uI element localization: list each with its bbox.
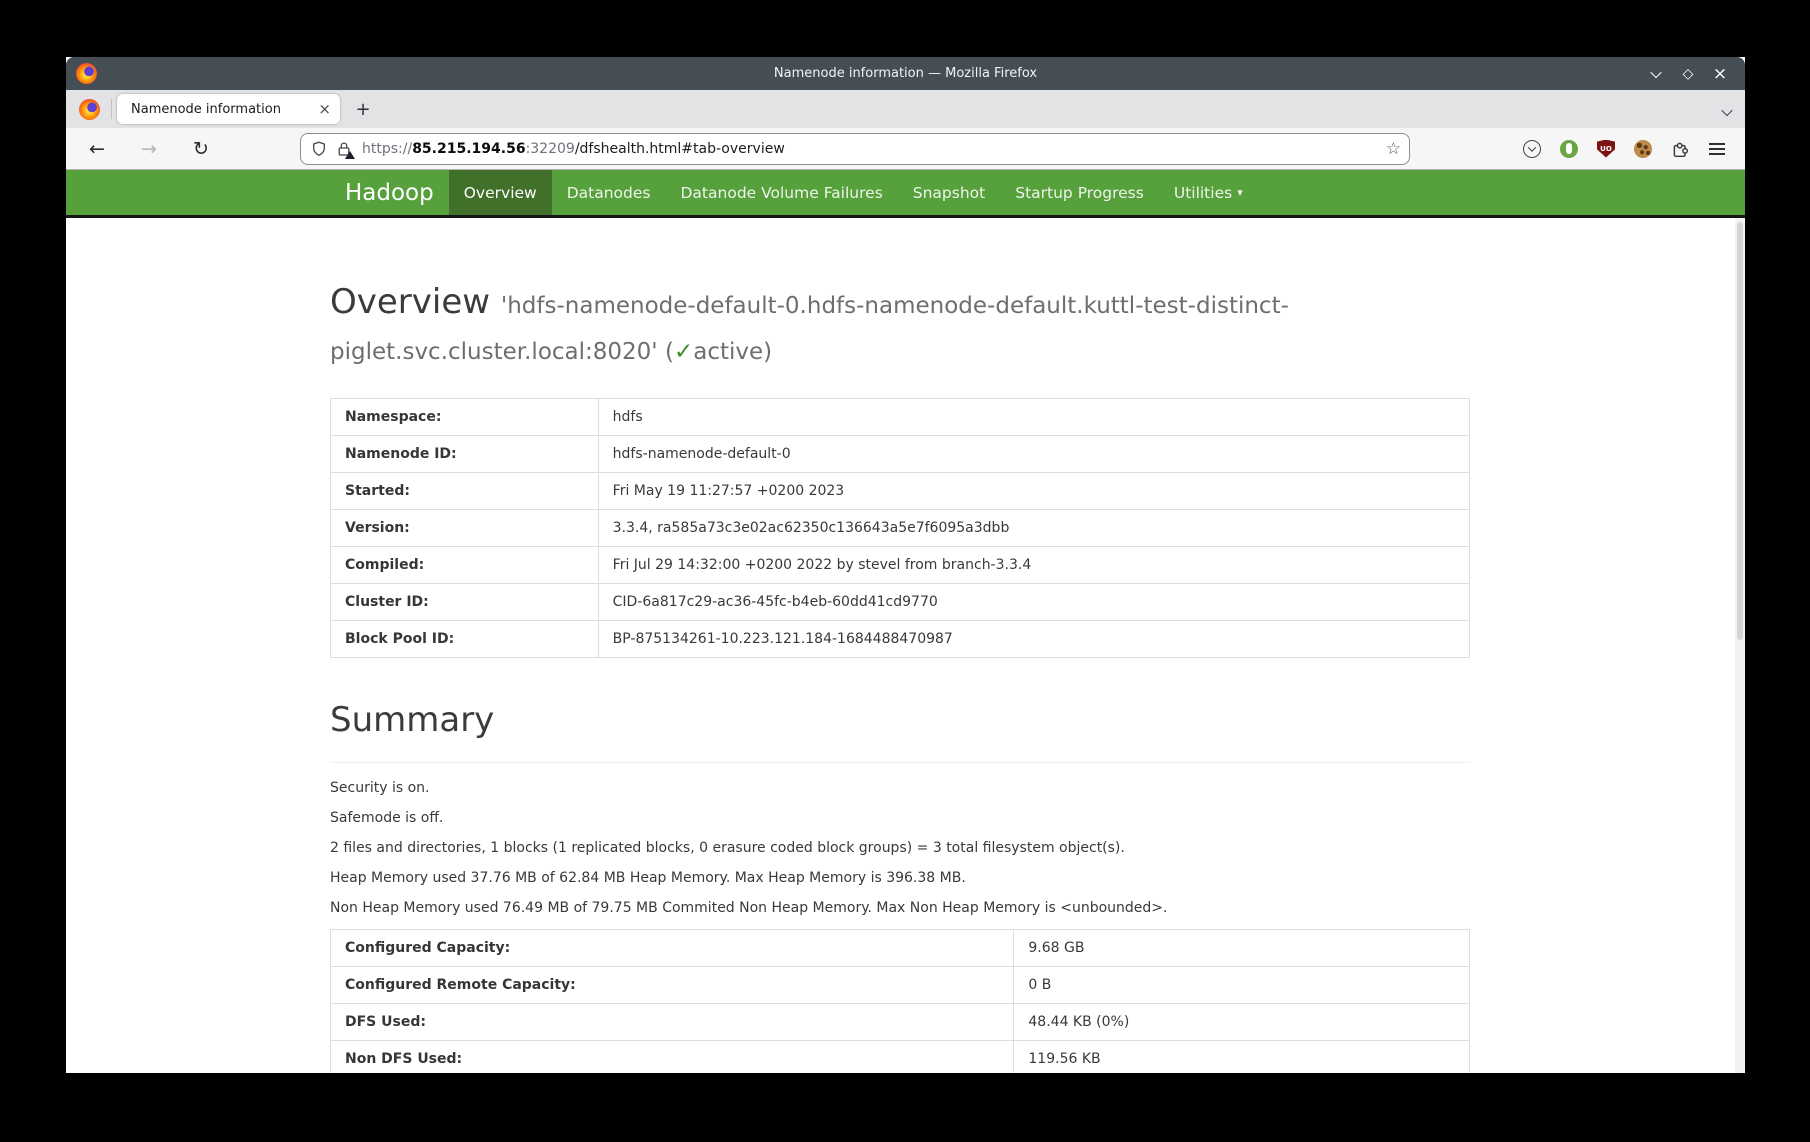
- overview-heading: Overview 'hdfs-namenode-default-0.hdfs-n…: [330, 280, 1470, 372]
- menu-hamburger-icon[interactable]: [1703, 135, 1731, 163]
- active-check-icon: ✓: [674, 339, 693, 365]
- summary-line: Heap Memory used 37.76 MB of 62.84 MB He…: [330, 869, 1470, 887]
- nav-tab-datanode-volume-failures[interactable]: Datanode Volume Failures: [666, 170, 898, 215]
- bookmark-star-icon[interactable]: ☆: [1386, 139, 1401, 159]
- table-row: Non DFS Used:119.56 KB: [331, 1040, 1470, 1073]
- lock-warning-icon[interactable]: [336, 141, 352, 157]
- table-row: Configured Remote Capacity:0 B: [331, 966, 1470, 1003]
- pocket-icon[interactable]: [1518, 135, 1546, 163]
- nav-tab-startup-progress[interactable]: Startup Progress: [1000, 170, 1159, 215]
- chevron-down-icon: [1650, 66, 1661, 77]
- status-active: active: [693, 339, 763, 365]
- url-port: :32209: [526, 141, 575, 157]
- nav-dropdown-utilities[interactable]: Utilities▾: [1159, 170, 1258, 215]
- nav-tab-snapshot[interactable]: Snapshot: [898, 170, 1000, 215]
- warning-badge: [345, 151, 355, 159]
- caret-down-icon: ▾: [1237, 186, 1243, 199]
- hadoop-navbar: Hadoop Overview Datanodes Datanode Volum…: [66, 170, 1745, 218]
- table-row: Compiled:Fri Jul 29 14:32:00 +0200 2022 …: [331, 546, 1470, 583]
- scrollbar[interactable]: [1735, 218, 1745, 1073]
- summary-line: Safemode is off.: [330, 809, 1470, 827]
- firefox-window: Namenode information — Mozilla Firefox ◇…: [66, 57, 1745, 1073]
- back-button[interactable]: ←: [80, 134, 114, 164]
- chevron-down-icon: [1721, 105, 1732, 116]
- window-controls: ◇ ×: [1645, 63, 1745, 85]
- ublock-origin-icon[interactable]: UO: [1592, 135, 1620, 163]
- firefox-logo-icon: [79, 99, 100, 120]
- tab-namenode-information[interactable]: Namenode information ×: [117, 94, 340, 124]
- url-host: 85.215.194.56: [412, 141, 525, 157]
- reload-button[interactable]: ↻: [184, 134, 218, 164]
- summary-line: Security is on.: [330, 779, 1470, 797]
- table-row: Block Pool ID:BP-875134261-10.223.121.18…: [331, 620, 1470, 657]
- url-bar[interactable]: https://85.215.194.56:32209/dfshealth.ht…: [300, 133, 1410, 165]
- table-row: Started:Fri May 19 11:27:57 +0200 2023: [331, 472, 1470, 509]
- cookie-extension-icon[interactable]: [1629, 135, 1657, 163]
- toolbar-extensions-area: UO: [1518, 135, 1745, 163]
- tab-separator: [111, 99, 112, 119]
- summary-line: Non Heap Memory used 76.49 MB of 79.75 M…: [330, 899, 1470, 917]
- tab-close-icon[interactable]: ×: [318, 100, 331, 118]
- tab-bar: Namenode information × +: [66, 90, 1745, 128]
- summary-heading: Summary: [330, 698, 1470, 744]
- window-titlebar[interactable]: Namenode information — Mozilla Firefox ◇…: [66, 57, 1745, 90]
- page-content: Overview 'hdfs-namenode-default-0.hdfs-n…: [66, 218, 1745, 1073]
- table-row: Namespace:hdfs: [331, 398, 1470, 435]
- forward-button: →: [132, 134, 166, 164]
- nav-tab-datanodes[interactable]: Datanodes: [552, 170, 666, 215]
- scrollbar-thumb[interactable]: [1737, 222, 1743, 640]
- tab-overflow-button[interactable]: [1723, 101, 1731, 120]
- table-row: Namenode ID:hdfs-namenode-default-0: [331, 435, 1470, 472]
- table-row: Version:3.3.4, ra585a73c3e02ac62350c1366…: [331, 509, 1470, 546]
- new-tab-button[interactable]: +: [348, 94, 378, 124]
- minimize-button[interactable]: [1645, 63, 1667, 85]
- namenode-info-table: Namespace:hdfs Namenode ID:hdfs-namenode…: [330, 398, 1470, 658]
- close-button[interactable]: ×: [1709, 63, 1731, 85]
- tab-title: Namenode information: [131, 102, 312, 117]
- url-scheme: https://: [362, 141, 412, 157]
- url-path: /dfshealth.html#tab-overview: [575, 141, 785, 157]
- summary-line: 2 files and directories, 1 blocks (1 rep…: [330, 839, 1470, 857]
- maximize-button[interactable]: ◇: [1677, 63, 1699, 85]
- table-row: DFS Used:48.44 KB (0%): [331, 1003, 1470, 1040]
- firefox-view-button[interactable]: [72, 94, 106, 124]
- table-row: Cluster ID:CID-6a817c29-ac36-45fc-b4eb-6…: [331, 583, 1470, 620]
- navigation-toolbar: ← → ↻ https://85.215.194.56:32209/dfshea…: [66, 128, 1745, 170]
- nav-tab-overview[interactable]: Overview: [449, 170, 552, 215]
- window-title: Namenode information — Mozilla Firefox: [66, 66, 1745, 81]
- shield-permissions-icon[interactable]: [311, 141, 327, 157]
- navbar-brand-hadoop[interactable]: Hadoop: [330, 170, 449, 215]
- privacy-extension-icon[interactable]: [1555, 135, 1583, 163]
- table-row: Configured Capacity:9.68 GB: [331, 929, 1470, 966]
- desktop-background: Namenode information — Mozilla Firefox ◇…: [0, 0, 1810, 1142]
- divider: [330, 762, 1470, 763]
- url-text: https://85.215.194.56:32209/dfshealth.ht…: [362, 141, 1378, 157]
- capacity-table: Configured Capacity:9.68 GB Configured R…: [330, 929, 1470, 1073]
- extensions-puzzle-icon[interactable]: [1666, 135, 1694, 163]
